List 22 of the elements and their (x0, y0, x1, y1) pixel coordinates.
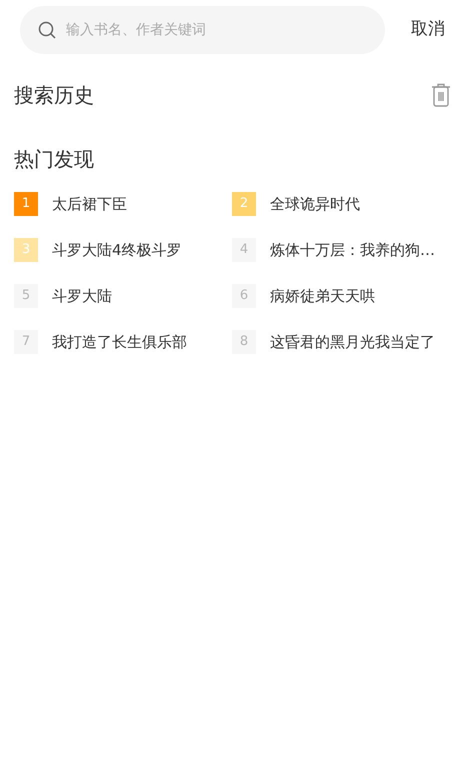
rank-badge: 5 (14, 284, 38, 308)
book-title[interactable]: 斗罗大陆4终极斗罗 (52, 238, 182, 262)
rank-badge: 4 (232, 238, 256, 262)
rank-badge: 6 (232, 284, 256, 308)
book-title[interactable]: 这昏君的黑月光我当定了 (270, 330, 435, 354)
search-field[interactable]: 输入书名、作者关键词 (20, 6, 385, 54)
book-title[interactable]: 太后裙下臣 (52, 192, 127, 216)
rank-badge: 8 (232, 330, 256, 354)
book-title[interactable]: 病娇徒弟天天哄 (270, 284, 375, 308)
cancel-button[interactable]: 取消 (411, 17, 445, 43)
search-icon (38, 21, 56, 39)
section-title: 搜索历史 (14, 82, 94, 109)
rank-badge: 2 (232, 192, 256, 216)
trash-icon[interactable] (431, 83, 451, 107)
rank-badge: 3 (14, 238, 38, 262)
book-title[interactable]: 我打造了长生俱乐部 (52, 330, 187, 354)
book-title[interactable]: 斗罗大陆 (52, 284, 112, 308)
rank-badge: 7 (14, 330, 38, 354)
book-title[interactable]: 全球诡异时代 (270, 192, 360, 216)
book-title[interactable]: 炼体十万层：我养的狗… (270, 238, 435, 262)
section-title: 热门发现 (14, 147, 94, 171)
rank-badge: 1 (14, 192, 38, 216)
